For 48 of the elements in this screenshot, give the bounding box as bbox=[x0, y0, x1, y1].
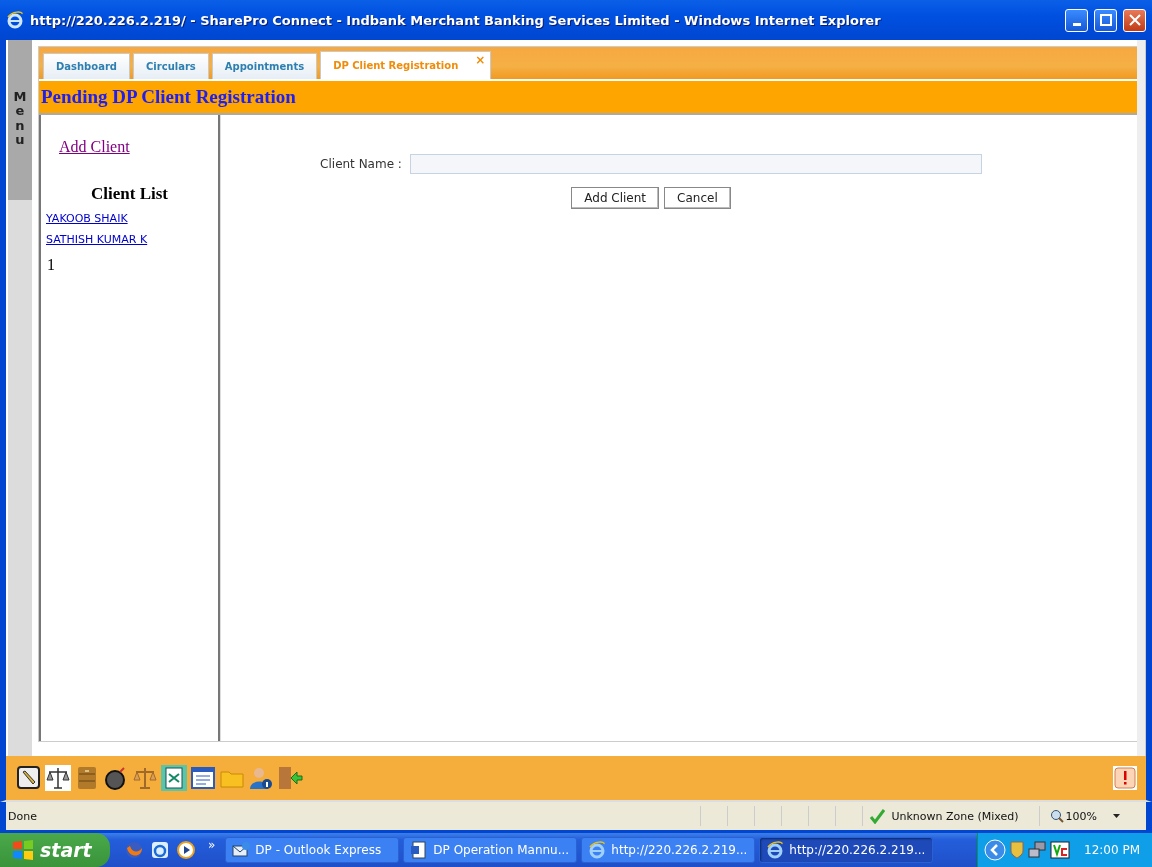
document-icon bbox=[410, 841, 429, 859]
network-icon[interactable] bbox=[1028, 841, 1046, 859]
alert-icon[interactable] bbox=[1112, 765, 1138, 791]
more-icon[interactable]: » bbox=[208, 838, 216, 852]
minimize-icon bbox=[1072, 22, 1081, 26]
maximize-button[interactable] bbox=[1094, 8, 1117, 32]
window-title: http://220.226.2.219/ - SharePro Connect - Indbank Merchant Banking Services Limited - Windows Internet Explorer bbox=[30, 12, 882, 28]
checkmark-icon bbox=[869, 808, 886, 824]
menu-strip[interactable]: Menu bbox=[8, 40, 32, 756]
close-button[interactable] bbox=[1123, 8, 1146, 32]
tab[interactable]: Dashboard bbox=[43, 53, 130, 79]
tab[interactable]: Circulars bbox=[133, 53, 209, 79]
taskbar-button[interactable]: DP Operation Mannu... bbox=[403, 837, 578, 863]
client-link[interactable]: YAKOOB SHAIK bbox=[46, 212, 128, 225]
media-player-icon[interactable] bbox=[176, 840, 196, 860]
minimize-button[interactable] bbox=[1065, 8, 1088, 32]
start-button[interactable]: start bbox=[0, 833, 110, 867]
client-name-field[interactable] bbox=[409, 154, 982, 174]
page-number[interactable]: 1 bbox=[47, 256, 55, 274]
dropdown-icon bbox=[1113, 814, 1120, 818]
maximize-icon bbox=[1099, 14, 1112, 26]
vnc-icon[interactable] bbox=[1050, 841, 1070, 859]
pencil-icon[interactable] bbox=[16, 765, 42, 791]
chevron-left-icon[interactable] bbox=[984, 839, 1006, 861]
taskbar-button[interactable]: http://220.226.2.219... bbox=[759, 837, 934, 863]
zoom-control[interactable]: 100% bbox=[1038, 806, 1146, 826]
page-title: Pending DP Client Registration bbox=[41, 86, 296, 108]
mail-icon bbox=[232, 841, 251, 859]
zoom-icon bbox=[1049, 809, 1064, 823]
user-info-icon[interactable] bbox=[248, 765, 274, 791]
clock: 12:00 PM bbox=[1084, 843, 1140, 857]
windows-flag-icon bbox=[12, 840, 34, 860]
field-label: Client Name : bbox=[320, 157, 402, 171]
client-link[interactable]: SATHISH KUMAR K bbox=[46, 233, 148, 246]
close-icon bbox=[1128, 14, 1141, 26]
menu-label: Menu bbox=[13, 90, 27, 148]
list-title: Client List bbox=[91, 184, 168, 204]
shield-icon[interactable] bbox=[1010, 841, 1024, 859]
form-button[interactable]: Add Client bbox=[571, 187, 660, 209]
security-zone: Unknown Zone (Mixed) bbox=[891, 809, 1019, 823]
taskbar-button[interactable]: http://220.226.2.219... bbox=[581, 837, 756, 863]
tab[interactable]: Appointments bbox=[211, 53, 318, 79]
add-client-link[interactable]: Add Client bbox=[59, 138, 130, 156]
status-text: Done bbox=[7, 809, 38, 823]
window-icon[interactable] bbox=[190, 765, 216, 791]
scales-icon[interactable] bbox=[45, 765, 71, 791]
form-button[interactable]: Cancel bbox=[664, 187, 731, 209]
taskbar-button[interactable]: DP - Outlook Express bbox=[225, 837, 400, 863]
